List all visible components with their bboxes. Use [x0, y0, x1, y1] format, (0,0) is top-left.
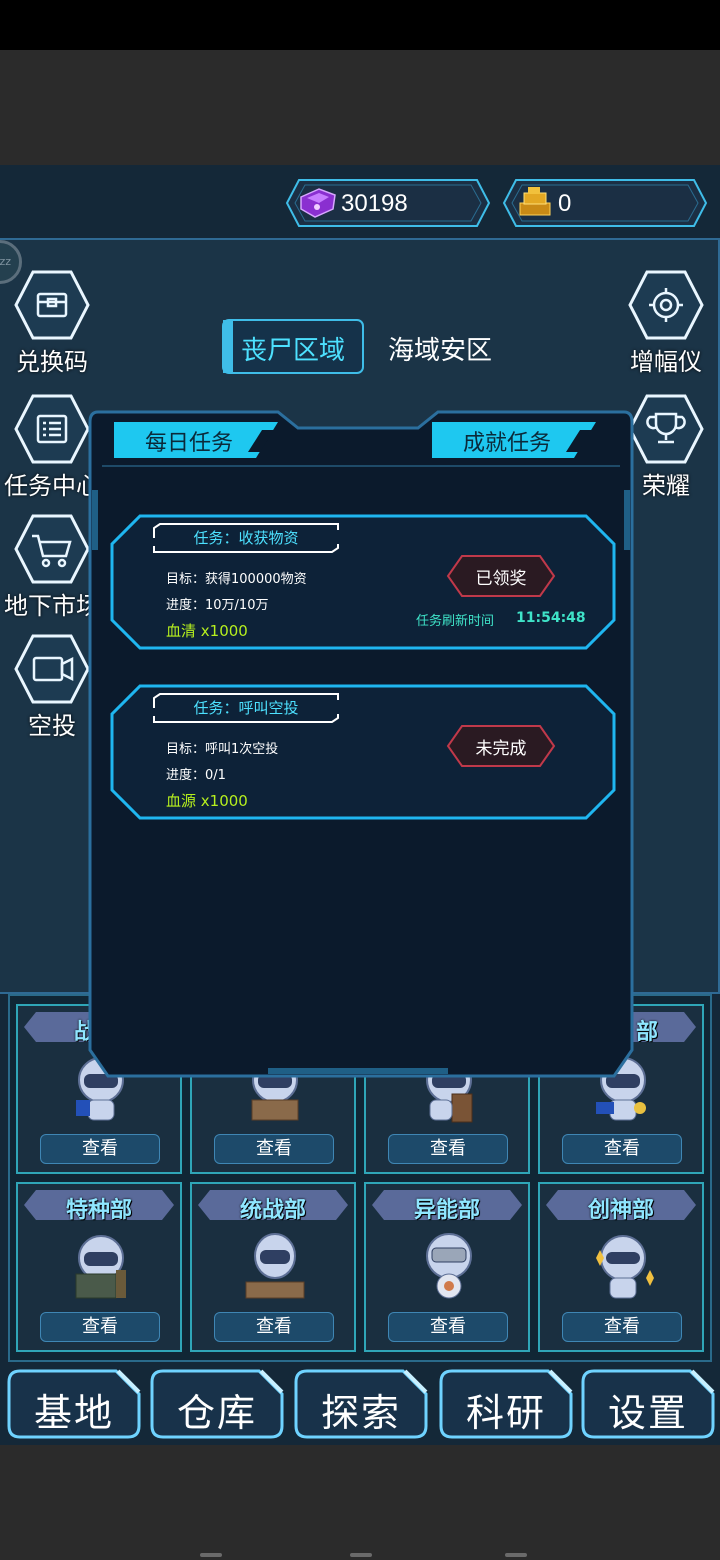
gem-count: 30198 — [341, 190, 408, 217]
tab-daily-label: 每日任务 — [144, 431, 233, 456]
status-bar — [0, 0, 720, 50]
department-card-psionic: 异能部 查看 — [364, 1182, 530, 1352]
gold-bars-icon — [519, 187, 551, 216]
nav-base-label: 基地 — [33, 1391, 114, 1435]
tab-daily-tasks[interactable]: 每日任务 — [114, 420, 280, 460]
claimed-button[interactable]: 已领奖 — [446, 554, 556, 598]
department-name: 创神部 — [587, 1198, 654, 1223]
gold-counter[interactable]: 0 — [502, 178, 708, 228]
redeem-code-button[interactable]: 兑换码 — [0, 270, 110, 380]
nav-settings-button[interactable]: 设置 — [580, 1368, 716, 1440]
department-card-united-front: 统战部 查看 — [190, 1182, 356, 1352]
claimed-button-label: 已领奖 — [475, 569, 527, 589]
tab-zombie-zone-label: 丧尸区域 — [240, 336, 345, 366]
task-progress: 进度：10万/10万 — [166, 598, 269, 613]
back-icon[interactable] — [505, 1553, 527, 1557]
task-reward: 血源 x1000 — [166, 792, 248, 810]
soldier-avatar — [426, 1233, 472, 1299]
task-reward: 血清 x1000 — [166, 622, 248, 640]
nav-explore-button[interactable]: 探索 — [293, 1368, 429, 1440]
task-modal: 每日任务 成就任务 任务：收获物资 目标：获得100000物资 进度：10万/1… — [88, 400, 634, 1080]
task-card: 任务：收获物资 目标：获得100000物资 进度：10万/10万 血清 x100… — [110, 514, 616, 650]
view-button[interactable]: 查看 — [214, 1312, 334, 1342]
view-button[interactable]: 查看 — [388, 1134, 508, 1164]
soldier-avatar — [75, 1235, 126, 1299]
task-goal: 目标：获得100000物资 — [166, 572, 307, 587]
department-card-special-forces: 特种部 查看 — [16, 1182, 182, 1352]
gold-count: 0 — [558, 190, 572, 217]
task-title: 任务：呼叫空投 — [193, 699, 299, 717]
amplifier-button[interactable]: 增幅仪 — [614, 270, 720, 380]
nav-base-button[interactable]: 基地 — [6, 1368, 142, 1440]
view-button[interactable]: 查看 — [388, 1312, 508, 1342]
department-name: 特种部 — [65, 1198, 132, 1223]
amplifier-label: 增幅仪 — [630, 348, 702, 376]
tab-achievement-tasks[interactable]: 成就任务 — [432, 420, 598, 460]
view-button[interactable]: 查看 — [214, 1134, 334, 1164]
home-icon[interactable] — [350, 1553, 372, 1557]
task-title-box: 任务：收获物资 — [152, 522, 340, 554]
task-goal: 目标：呼叫1次空投 — [166, 742, 279, 757]
airdrop-hex-frame — [14, 634, 90, 704]
nav-research-label: 科研 — [465, 1391, 546, 1435]
nav-explore-label: 探索 — [320, 1391, 401, 1435]
nav-research-button[interactable]: 科研 — [438, 1368, 574, 1440]
nav-warehouse-button[interactable]: 仓库 — [149, 1368, 285, 1440]
task-title: 任务：收获物资 — [193, 529, 299, 547]
view-button[interactable]: 查看 — [40, 1312, 160, 1342]
department-name: 异能部 — [413, 1198, 480, 1223]
recent-apps-icon[interactable] — [200, 1553, 222, 1557]
incomplete-button[interactable]: 未完成 — [446, 724, 556, 768]
honor-hex-frame — [628, 394, 704, 464]
gem-counter[interactable]: 30198 — [285, 178, 491, 228]
incomplete-button-label: 未完成 — [475, 739, 527, 759]
amplifier-hex-frame — [628, 270, 704, 340]
tab-zombie-zone[interactable]: 丧尸区域 — [221, 318, 365, 375]
task-center-hex-frame — [14, 394, 90, 464]
top-letterbox — [0, 50, 720, 165]
task-card: 任务：呼叫空投 目标：呼叫1次空投 进度：0/1 血源 x1000 未完成 — [110, 684, 616, 820]
task-title-box: 任务：呼叫空投 — [152, 692, 340, 724]
system-nav-hints — [0, 1545, 720, 1560]
tab-sea-safe-zone[interactable]: 海域安区 — [380, 330, 500, 367]
tab-achievement-label: 成就任务 — [462, 431, 551, 456]
market-hex-frame — [14, 514, 90, 584]
refresh-time-value: 11:54:48 — [516, 610, 586, 626]
view-button[interactable]: 查看 — [562, 1134, 682, 1164]
redeem-code-label: 兑换码 — [16, 348, 88, 376]
redeem-hex-frame — [14, 270, 90, 340]
task-progress: 进度：0/1 — [166, 768, 226, 783]
nav-warehouse-label: 仓库 — [176, 1391, 257, 1435]
soldier-avatar — [245, 1233, 305, 1299]
soldier-avatar — [596, 1235, 654, 1299]
nav-settings-label: 设置 — [607, 1391, 688, 1435]
bottom-letterbox — [0, 1445, 720, 1560]
purple-crystal-icon — [300, 188, 336, 218]
refresh-time-label: 任务刷新时间 — [416, 614, 495, 629]
view-button[interactable]: 查看 — [562, 1312, 682, 1342]
department-name: 统战部 — [239, 1198, 306, 1223]
bottom-nav: 基地 仓库 探索 科研 设置 — [0, 1364, 720, 1444]
view-button[interactable]: 查看 — [40, 1134, 160, 1164]
department-card-creation: 创神部 查看 — [538, 1182, 704, 1352]
